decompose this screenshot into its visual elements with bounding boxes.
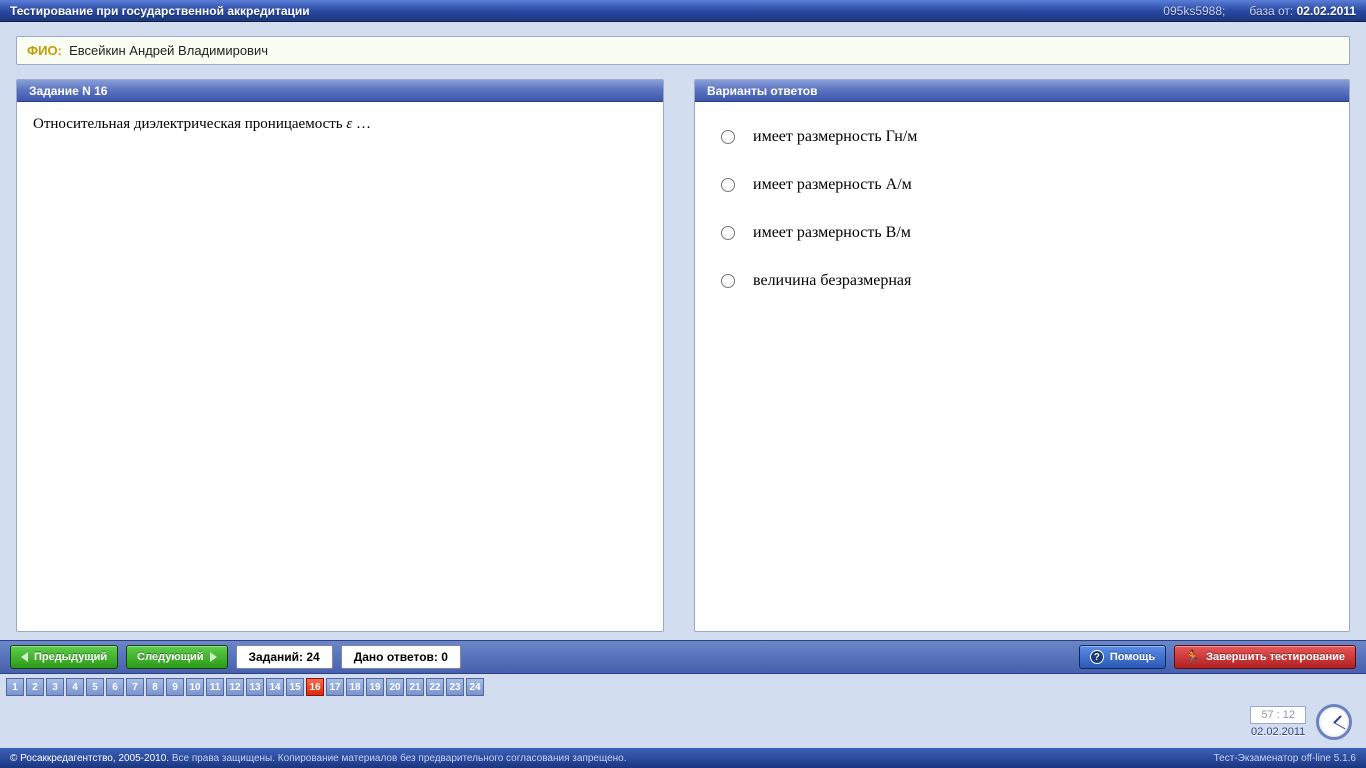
answer-option[interactable]: величина безразмерная <box>721 272 1333 290</box>
answer-text: имеет размерность А/м <box>753 176 912 194</box>
fio-name: Евсейкин Андрей Владимирович <box>69 43 268 58</box>
answers-body: имеет размерность Гн/м имеет размерность… <box>695 102 1349 631</box>
footer-product: Тест-Экзаменатор off-line 5.1.6 <box>1214 753 1356 764</box>
answer-radio[interactable] <box>721 274 735 288</box>
question-nav-item[interactable]: 7 <box>126 678 144 696</box>
current-date: 02.02.2011 <box>1251 726 1305 738</box>
time-remaining: 57 : 12 <box>1250 706 1306 724</box>
total-tasks-chip: Заданий: 24 <box>236 645 333 669</box>
app-title: Тестирование при государственной аккреди… <box>10 4 310 18</box>
answer-text: величина безразмерная <box>753 272 911 290</box>
answer-text: имеет размерность В/м <box>753 224 911 242</box>
question-nav-item[interactable]: 3 <box>46 678 64 696</box>
question-nav-item[interactable]: 1 <box>6 678 24 696</box>
question-nav-item[interactable]: 11 <box>206 678 224 696</box>
question-nav-item[interactable]: 5 <box>86 678 104 696</box>
answers-list: имеет размерность Гн/м имеет размерность… <box>711 116 1333 290</box>
question-nav-item[interactable]: 21 <box>406 678 424 696</box>
question-nav-item[interactable]: 16 <box>306 678 324 696</box>
title-bar: Тестирование при государственной аккреди… <box>0 0 1366 22</box>
question-nav-item[interactable]: 20 <box>386 678 404 696</box>
clock-zone: 57 : 12 02.02.2011 <box>0 700 1366 748</box>
question-nav-item[interactable]: 15 <box>286 678 304 696</box>
question-nav-item[interactable]: 17 <box>326 678 344 696</box>
answer-radio[interactable] <box>721 226 735 240</box>
answer-option[interactable]: имеет размерность А/м <box>721 176 1333 194</box>
chevron-left-icon <box>21 652 28 662</box>
chevron-right-icon <box>210 652 217 662</box>
question-nav-item[interactable]: 9 <box>166 678 184 696</box>
exit-icon: 🏃 <box>1185 650 1200 664</box>
clock-icon <box>1316 704 1352 740</box>
answer-option[interactable]: имеет размерность Гн/м <box>721 128 1333 146</box>
question-navigator: 123456789101112131415161718192021222324 <box>0 674 1366 700</box>
question-nav-item[interactable]: 13 <box>246 678 264 696</box>
answer-option[interactable]: имеет размерность В/м <box>721 224 1333 242</box>
question-nav-item[interactable]: 19 <box>366 678 384 696</box>
finish-button[interactable]: 🏃 Завершить тестирование <box>1174 645 1356 669</box>
question-nav-item[interactable]: 8 <box>146 678 164 696</box>
question-nav-item[interactable]: 18 <box>346 678 364 696</box>
answer-radio[interactable] <box>721 130 735 144</box>
question-nav-item[interactable]: 22 <box>426 678 444 696</box>
workspace: ФИО: Евсейкин Андрей Владимирович Задани… <box>0 22 1366 640</box>
footer-rights: Все права защищены. Копирование материал… <box>172 753 627 764</box>
help-button[interactable]: ? Помощь <box>1079 645 1166 669</box>
prev-button[interactable]: Предыдущий <box>10 645 118 669</box>
answers-panel: Варианты ответов имеет размерность Гн/м … <box>694 79 1350 632</box>
footer-copyright: © Росаккредагентство, 2005-2010. <box>10 753 169 764</box>
question-text: Относительная диэлектрическая проницаемо… <box>17 102 663 631</box>
question-nav-item[interactable]: 2 <box>26 678 44 696</box>
question-nav-item[interactable]: 14 <box>266 678 284 696</box>
answer-text: имеет размерность Гн/м <box>753 128 917 146</box>
controls-bar: Предыдущий Следующий Заданий: 24 Дано от… <box>0 640 1366 674</box>
clock-box: 57 : 12 02.02.2011 <box>1250 706 1306 738</box>
help-icon: ? <box>1090 650 1104 664</box>
question-panel-header: Задание N 16 <box>17 80 663 102</box>
question-nav-item[interactable]: 23 <box>446 678 464 696</box>
session-code: 095ks5988; <box>1163 4 1225 18</box>
next-button[interactable]: Следующий <box>126 645 227 669</box>
question-nav-item[interactable]: 6 <box>106 678 124 696</box>
question-nav-item[interactable]: 10 <box>186 678 204 696</box>
question-panel: Задание N 16 Относительная диэлектрическ… <box>16 79 664 632</box>
answer-radio[interactable] <box>721 178 735 192</box>
fio-label: ФИО: <box>27 43 62 58</box>
question-nav-item[interactable]: 24 <box>466 678 484 696</box>
question-nav-item[interactable]: 12 <box>226 678 244 696</box>
answers-panel-header: Варианты ответов <box>695 80 1349 102</box>
footer: © Росаккредагентство, 2005-2010. Все пра… <box>0 748 1366 768</box>
answered-chip: Дано ответов: 0 <box>341 645 461 669</box>
titlebar-right: 095ks5988; база от: 02.02.2011 <box>1163 4 1356 18</box>
db-date-group: база от: 02.02.2011 <box>1249 4 1356 18</box>
question-nav-item[interactable]: 4 <box>66 678 84 696</box>
fio-box: ФИО: Евсейкин Андрей Владимирович <box>16 36 1350 65</box>
panels: Задание N 16 Относительная диэлектрическ… <box>16 79 1350 632</box>
